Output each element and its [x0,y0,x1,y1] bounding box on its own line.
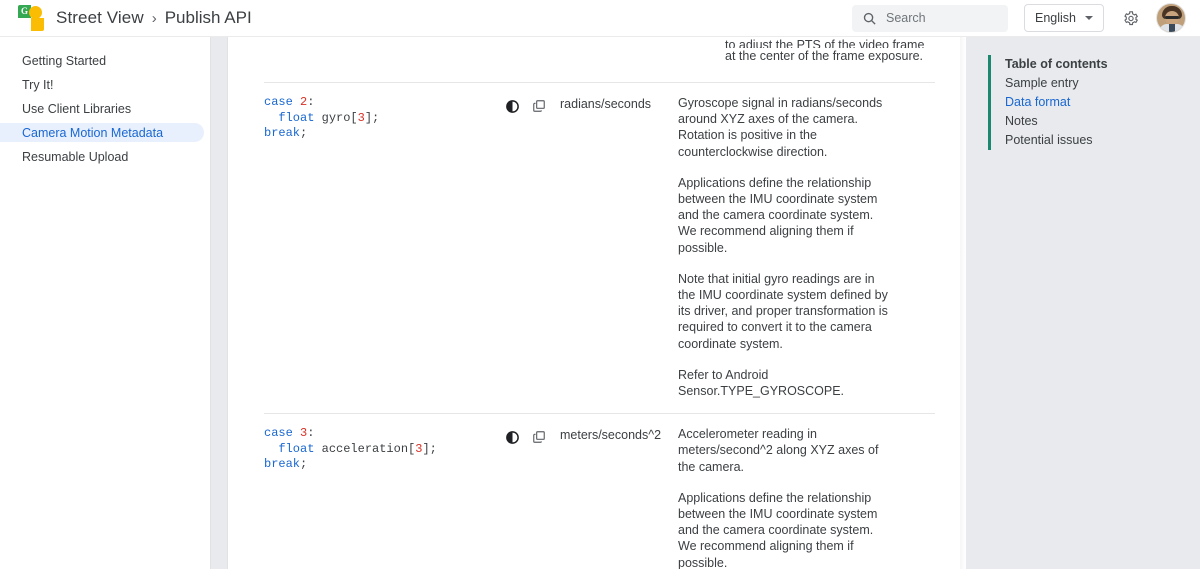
toc-item-potential-issues[interactable]: Potential issues [1005,131,1200,150]
code-keyword-break: break [264,126,301,141]
description-cell: Gyroscope signal in radians/seconds arou… [678,95,890,399]
table-row: case 2: float gyro[3]; break; radians/se… [264,82,935,413]
description-paragraph: Applications define the relationship bet… [678,175,878,255]
header-actions: Search English [852,3,1186,33]
copy-icon[interactable] [531,98,547,114]
code-block[interactable]: case 2: float gyro[3]; break; [264,95,504,142]
unit-cell: meters/seconds^2 [560,428,662,443]
left-sidebar: Getting Started Try It! Use Client Libra… [0,37,210,569]
logo-white-quadrant-2 [18,18,31,31]
fragment-line-2: at the center of the frame exposure. [725,49,924,63]
top-header: G Street View › Publish API Search Engli… [0,0,1200,37]
description-paragraph: Applications define the relationship bet… [678,490,878,569]
description-paragraph: Note that initial gyro readings are in t… [678,271,888,351]
toc-item-notes[interactable]: Notes [1005,112,1200,131]
sidebar-item-camera-motion-metadata[interactable]: Camera Motion Metadata [0,123,204,142]
logo-yellow-quadrant [31,18,44,31]
language-selector-label: English [1035,11,1076,25]
sidebar-item-getting-started[interactable]: Getting Started [0,51,210,70]
settings-button[interactable] [1120,7,1142,29]
previous-row-text-fragment: to adjust the PTS of the video frame to … [725,37,937,64]
code-keyword-case: case [264,95,293,109]
toc-heading: Table of contents [1005,57,1108,71]
code-variable-end: ]; [364,110,380,125]
language-selector[interactable]: English [1024,4,1104,32]
toc-item-sample-entry[interactable]: Sample entry [1005,74,1200,93]
sidebar-item-label: Use Client Libraries [22,101,132,116]
sidebar-item-label: Getting Started [22,53,107,68]
main-content: to adjust the PTS of the video frame to … [229,37,966,569]
code-cell: case 3: float acceleration[3]; break; [264,426,504,569]
code-case-number: 2 [300,95,308,109]
sidebar-item-label: Camera Motion Metadata [22,125,164,140]
code-array-size: 3 [357,110,365,125]
logo-pegman-circle [29,6,42,19]
code-block[interactable]: case 3: float acceleration[3]; break; [264,426,504,473]
code-cell: case 2: float gyro[3]; break; [264,95,504,399]
code-keyword-case: case [264,426,293,441]
code-variable: gyro[ [321,110,358,125]
copy-icon[interactable] [531,429,547,445]
chevron-down-icon [1085,16,1093,20]
table-of-contents-list: Table of contents Sample entry Data form… [988,55,1200,150]
breadcrumb-separator-icon: › [151,9,157,27]
table-of-contents-panel: Table of contents Sample entry Data form… [966,37,1200,569]
code-keyword-type: float [278,441,315,456]
code-variable: acceleration[ [321,441,416,456]
fragment-line-1: to adjust the PTS of the video frame to … [725,38,925,48]
table-row: case 3: float acceleration[3]; break; me… [264,413,935,569]
sidebar-item-resumable-upload[interactable]: Resumable Upload [0,147,210,166]
search-placeholder: Search [886,11,926,25]
avatar-tie [1169,24,1175,32]
description-cell: Accelerometer reading in meters/second^2… [678,426,890,569]
code-keyword-type: float [278,110,315,125]
sidebar-item-label: Try It! [22,77,54,92]
avatar-eyes [1165,16,1179,19]
unit-cell: radians/seconds [560,97,652,111]
breadcrumb: G Street View › Publish API [18,5,252,31]
sidebar-item-use-client-libraries[interactable]: Use Client Libraries [0,99,210,118]
content-scrollbar[interactable] [210,37,228,569]
breadcrumb-product[interactable]: Publish API [165,8,252,28]
description-paragraph: Accelerometer reading in meters/second^2… [678,427,879,474]
avatar[interactable] [1156,3,1186,33]
logo-g-letter: G [20,6,28,16]
dark-mode-icon[interactable] [504,429,520,445]
description-paragraph: Refer to Android Sensor.TYPE_GYROSCOPE. [678,367,845,399]
code-keyword-break: break [264,457,301,472]
data-format-table: case 2: float gyro[3]; break; radians/se… [264,82,935,569]
gear-icon [1123,10,1139,26]
dark-mode-icon[interactable] [504,98,520,114]
toc-item-data-format[interactable]: Data format [1005,93,1200,112]
sidebar-item-try-it[interactable]: Try It! [0,75,210,94]
code-actions [504,426,560,569]
sidebar-item-label: Resumable Upload [22,149,129,164]
code-case-number: 3 [300,426,308,441]
street-view-logo[interactable]: G [18,5,44,31]
code-actions [504,95,560,399]
description-paragraph: Gyroscope signal in radians/seconds arou… [678,96,883,159]
code-variable-end: ]; [422,441,437,456]
search-input[interactable]: Search [852,4,1008,32]
breadcrumb-brand[interactable]: Street View [56,8,144,28]
search-icon [861,10,877,26]
